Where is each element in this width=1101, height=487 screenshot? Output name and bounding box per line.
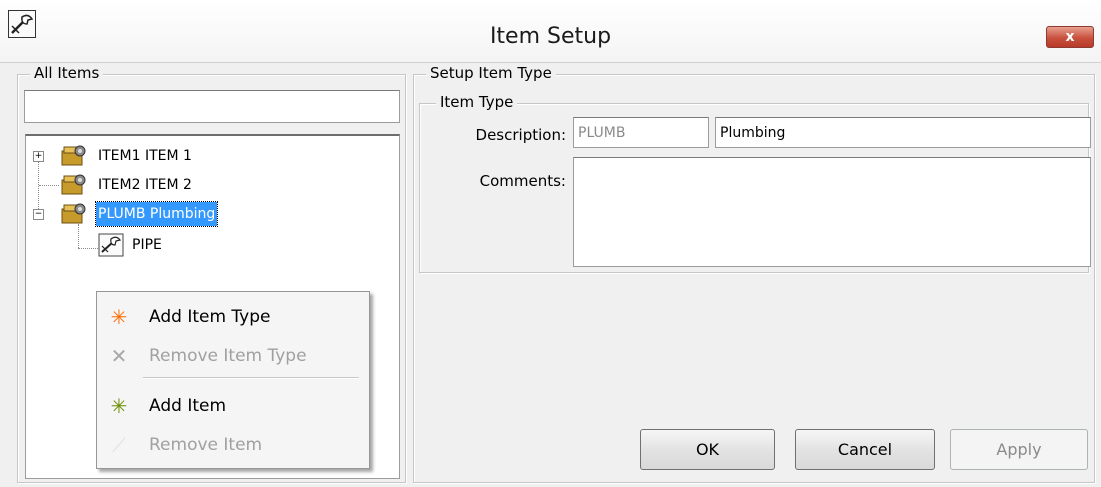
item-setup-window: Item Setup x All Items + ITEM1 ITEM 1 IT… [0,0,1101,487]
collapse-minus-icon[interactable]: − [33,209,44,220]
item-search-input[interactable] [24,90,400,123]
x-gray-icon: ✕ [110,344,128,368]
menu-item-remove-item-type[interactable]: ✕ Remove Item Type [97,339,369,373]
wrench-icon [98,233,124,257]
asterisk-green-icon: ✳ [110,394,128,418]
window-title: Item Setup [489,24,612,49]
menu-item-add-item[interactable]: ✳ Add Item [97,389,369,423]
context-menu: ✳ Add Item Type ✕ Remove Item Type ✳ Add… [96,291,370,469]
menu-item-label: Remove Item [149,435,263,455]
ok-button[interactable]: OK [640,429,775,470]
menu-separator [143,377,359,379]
comments-label: Comments: [479,172,566,190]
item-type-code-field[interactable] [573,117,709,148]
tree-node-item1[interactable]: + ITEM1 ITEM 1 [26,144,386,168]
menu-item-label: Add Item Type [149,307,271,327]
close-button[interactable]: x [1046,26,1094,48]
expand-plus-icon[interactable]: + [33,151,44,162]
menu-item-add-item-type[interactable]: ✳ Add Item Type [97,300,369,334]
close-icon: x [1065,29,1075,45]
remove-item-icon: ⟋ [112,433,126,457]
cancel-button[interactable]: Cancel [795,429,935,470]
menu-item-label: Remove Item Type [149,346,307,366]
item-type-label: Item Type [436,93,518,111]
tree-node-label: ITEM1 ITEM 1 [98,148,192,164]
comments-field[interactable] [573,157,1091,267]
setup-item-type-label: Setup Item Type [426,64,556,82]
menu-item-label: Add Item [149,396,227,416]
description-label: Description: [475,126,566,144]
all-items-label: All Items [30,64,104,82]
tree-node-label: ITEM2 ITEM 2 [98,177,192,193]
title-bar[interactable]: Item Setup x [0,0,1101,63]
tree-node-pipe[interactable]: PIPE [26,233,386,257]
asterisk-orange-icon: ✳ [110,305,128,329]
folder-gear-icon [61,145,86,166]
description-field[interactable] [715,117,1091,148]
tree-node-plumb[interactable]: − PLUMB Plumbing [26,201,386,227]
tree-node-item2[interactable]: ITEM2 ITEM 2 [26,173,386,197]
tree-node-label-selected: PLUMB Plumbing [94,201,219,227]
folder-gear-icon [61,174,86,195]
tree-node-label: PIPE [132,237,162,253]
folder-gear-icon [61,203,86,224]
menu-item-remove-item[interactable]: ⟋ Remove Item [97,428,369,462]
apply-button[interactable]: Apply [950,429,1088,470]
